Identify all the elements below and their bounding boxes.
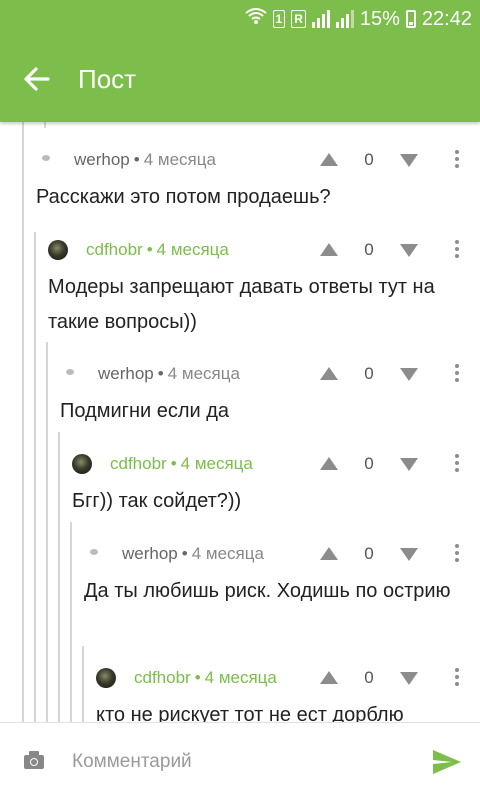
comment-score: 0 [364,454,374,473]
comment-text: Подмигни если да [60,400,230,422]
comment-meta: werhop • 4 месяца [122,544,264,563]
downvote-icon[interactable] [400,672,418,685]
upvote-icon[interactable] [320,547,338,560]
comment-score: 0 [364,544,374,563]
avatar[interactable] [84,544,104,564]
thread-line [34,232,36,722]
send-icon[interactable] [432,749,462,775]
sim-indicator: 1 [272,10,286,28]
comment: werhop • 4 месяца 0 Подмигни если да [60,354,480,429]
comment: werhop • 4 месяца 0 Расскажи это потом про… [36,140,480,215]
app-bar: Пост [0,38,480,122]
battery-percent: 15% [359,7,400,30]
upvote-icon[interactable] [320,243,338,256]
clock: 22:42 [421,7,472,30]
more-options-icon[interactable] [454,150,460,170]
comment-input[interactable] [66,743,418,781]
author-name[interactable]: cdfhobr [86,240,143,259]
page-title: Пост [78,64,137,94]
more-options-icon[interactable] [454,240,460,260]
comment-header: cdfhobr • 4 месяца 0 [48,230,480,270]
thread-line-stub [44,122,46,128]
author-name[interactable]: werhop [98,364,154,383]
comment-text: кто не рискует тот не ест дорблю [96,704,404,722]
avatar[interactable] [36,150,56,170]
signal-icon-2 [335,10,354,28]
camera-icon[interactable] [24,751,44,769]
author-name[interactable]: cdfhobr [134,668,191,687]
comment-score: 0 [364,364,374,383]
status-bar: 1 R 15% 22:42 [0,0,480,38]
battery-icon [405,10,416,28]
more-options-icon[interactable] [454,454,460,474]
comment-date: 4 месяца [180,454,253,473]
downvote-icon[interactable] [400,244,418,257]
avatar[interactable] [60,364,80,384]
roaming-indicator: R [291,10,306,28]
comment-composer [0,722,480,801]
comment-text: Да ты любишь риск. Ходишь по острию [84,580,451,602]
comment-meta: cdfhobr • 4 месяца [110,454,253,473]
author-name[interactable]: werhop [74,150,130,169]
upvote-icon[interactable] [320,457,338,470]
thread-line [82,646,84,722]
comment-date: 4 месяца [167,364,240,383]
comment-date: 4 месяца [204,668,277,687]
author-name[interactable]: cdfhobr [110,454,167,473]
more-options-icon[interactable] [454,364,460,384]
comment-text: Расскажи это потом продаешь? [36,186,331,208]
author-name[interactable]: werhop [122,544,178,563]
comment-header: werhop • 4 месяца 0 [60,354,480,394]
comment-meta: cdfhobr • 4 месяца [86,240,229,259]
comment-date: 4 месяца [191,544,264,563]
comment-date: 4 месяца [156,240,229,259]
comment: cdfhobr • 4 месяца 0 Бгг)) так сойдет?)) [72,444,480,519]
comment: werhop • 4 месяца 0 Да ты любишь риск. Ход… [84,534,480,609]
comment-header: werhop • 4 месяца 0 [36,140,480,180]
comment: cdfhobr • 4 месяца 0 Модеры запрещают дава… [48,230,480,340]
avatar[interactable] [48,240,68,260]
comment-meta: cdfhobr • 4 месяца [134,668,277,687]
comment-text: Модеры запрещают давать ответы тут на та… [48,276,435,333]
signal-icon [311,10,330,28]
more-options-icon[interactable] [454,544,460,564]
back-arrow-icon[interactable] [20,62,54,96]
downvote-icon[interactable] [400,154,418,167]
upvote-icon[interactable] [320,671,338,684]
thread-line [58,432,60,722]
thread-line [22,122,24,722]
comment-meta: werhop • 4 месяца [98,364,240,383]
comment-score: 0 [364,668,374,687]
comment-text: Бгг)) так сойдет?)) [72,490,242,512]
upvote-icon[interactable] [320,367,338,380]
avatar[interactable] [72,454,92,474]
comment-meta: werhop • 4 месяца [74,150,216,169]
thread-line [70,522,72,722]
comment-thread[interactable]: werhop • 4 месяца 0 Расскажи это потом про… [0,122,480,722]
comment-header: cdfhobr • 4 месяца 0 [72,444,480,484]
comment-score: 0 [364,240,374,259]
comment: cdfhobr • 4 месяца 0 кто не рискует тот не… [96,658,480,722]
wifi-icon [244,7,267,31]
comment-header: cdfhobr • 4 месяца 0 [96,658,480,698]
more-options-icon[interactable] [454,668,460,688]
downvote-icon[interactable] [400,548,418,561]
downvote-icon[interactable] [400,368,418,381]
avatar[interactable] [96,668,116,688]
downvote-icon[interactable] [400,458,418,471]
comment-header: werhop • 4 месяца 0 [84,534,480,574]
upvote-icon[interactable] [320,153,338,166]
comment-score: 0 [364,150,374,169]
thread-line [46,342,48,722]
comment-date: 4 месяца [143,150,216,169]
